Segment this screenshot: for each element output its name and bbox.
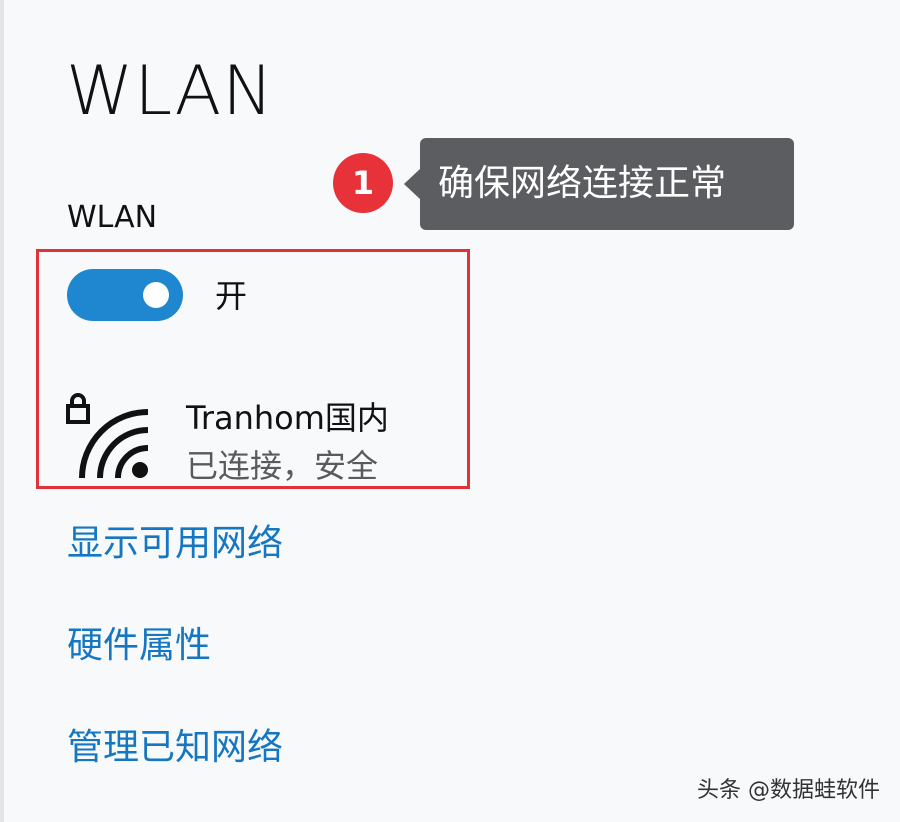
annotation-tooltip: 确保网络连接正常 — [420, 138, 794, 230]
step-badge: 1 — [333, 153, 393, 213]
toggle-state-label: 开 — [215, 277, 248, 315]
tooltip-arrow — [404, 168, 421, 200]
wifi-secured-icon — [66, 393, 149, 479]
show-available-networks-link[interactable]: 显示可用网络 — [67, 522, 283, 566]
page-title: WLAN — [66, 52, 275, 131]
section-label: WLAN — [67, 200, 158, 235]
watermark: 头条 @数据蛙软件 — [697, 778, 880, 803]
manage-known-networks-link[interactable]: 管理已知网络 — [67, 726, 283, 770]
network-status: 已连接，安全 — [186, 447, 379, 485]
network-name[interactable]: Tranhom国内 — [186, 398, 389, 438]
lock-icon — [66, 393, 90, 424]
hardware-properties-link[interactable]: 硬件属性 — [67, 624, 211, 668]
wlan-toggle[interactable] — [67, 269, 183, 321]
left-edge-border — [0, 0, 4, 822]
toggle-knob — [143, 282, 169, 308]
